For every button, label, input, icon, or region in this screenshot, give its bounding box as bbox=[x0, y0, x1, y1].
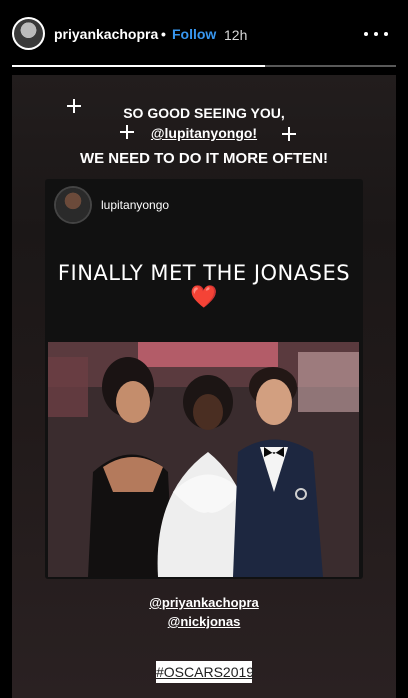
hashtag-sticker[interactable]: #OSCARS2019 bbox=[156, 661, 254, 683]
story-progress-fill bbox=[12, 65, 266, 67]
timestamp: 12h bbox=[224, 27, 248, 43]
follow-button[interactable]: Follow bbox=[172, 26, 216, 42]
post-text-label: FINALLY MET THE JONASES bbox=[57, 261, 351, 285]
username[interactable]: priyankachopra bbox=[54, 26, 158, 42]
caption-line: SO GOOD SEEING YOU, bbox=[123, 105, 285, 121]
separator-dot: • bbox=[161, 26, 166, 42]
post-text: FINALLY MET THE JONASES ❤️ bbox=[45, 261, 363, 310]
heart-emoji: ❤️ bbox=[190, 285, 218, 310]
mention-tag[interactable]: @priyankachopra bbox=[12, 595, 396, 610]
caption-line: WE NEED TO DO IT MORE OFTEN! bbox=[79, 150, 329, 167]
post-photo bbox=[48, 342, 359, 577]
shared-post[interactable]: lupitanyongo FINALLY MET THE JONASES ❤️ bbox=[45, 179, 363, 579]
post-avatar[interactable] bbox=[56, 188, 90, 222]
more-options-icon[interactable] bbox=[362, 20, 390, 48]
caption-mention[interactable]: @lupitanyongo! bbox=[12, 125, 396, 141]
post-username[interactable]: lupitanyongo bbox=[101, 198, 169, 212]
story-progress-bar bbox=[12, 65, 396, 67]
avatar[interactable] bbox=[12, 17, 45, 50]
story-header: priyankachopra • Follow 12h bbox=[0, 0, 408, 64]
photo-image bbox=[48, 342, 359, 577]
mention-tag[interactable]: @nickjonas bbox=[12, 614, 396, 629]
story-content[interactable]: SO GOOD SEEING YOU, @lupitanyongo! WE NE… bbox=[12, 75, 396, 698]
